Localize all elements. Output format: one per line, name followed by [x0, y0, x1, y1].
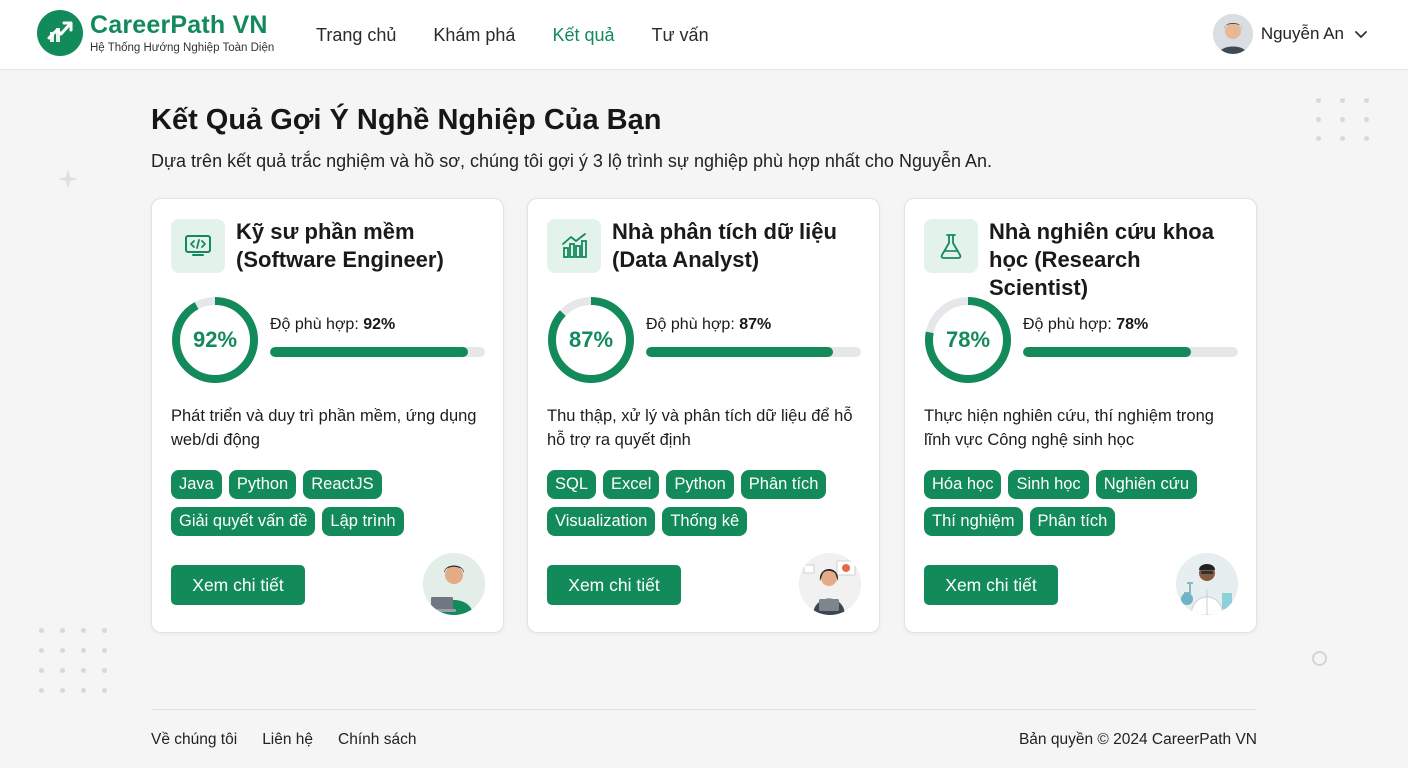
dot-grid-decoration-top-right [1316, 98, 1369, 141]
career-card-data-analyst: Nhà phân tích dữ liệu (Data Analyst) 87%… [527, 198, 880, 633]
research-scientist-illustration [1176, 553, 1238, 615]
skill-tags: Hóa học Sinh học Nghiên cứu Thí nghiệm P… [924, 470, 1244, 544]
fit-percent: 78% [945, 327, 991, 352]
skill-tag: Thống kê [662, 507, 748, 536]
footer-link-policy[interactable]: Chính sách [338, 731, 416, 749]
skill-tag: Python [666, 470, 734, 499]
view-details-button[interactable]: Xem chi tiết [547, 565, 681, 605]
career-title: Nhà nghiên cứu khoa học (Research Scient… [989, 219, 1214, 300]
fit-progress-bar [270, 347, 485, 357]
fit-label: Độ phù hợp: 87% [646, 316, 771, 334]
fit-label-prefix: Độ phù hợp: [1023, 316, 1112, 333]
skill-tags: SQL Excel Python Phân tích Visualization… [547, 470, 867, 544]
skill-tag: Visualization [547, 507, 656, 536]
circle-decoration-icon [1312, 651, 1327, 666]
footer-link-about[interactable]: Về chúng tôi [151, 731, 237, 749]
top-header: CareerPath VN Hệ Thống Hướng Nghiệp Toàn… [0, 0, 1408, 70]
software-engineer-illustration [423, 553, 485, 615]
page-title: Kết Quả Gợi Ý Nghề Nghiệp Của Bạn [151, 104, 662, 136]
chart-icon [547, 219, 601, 273]
career-description: Phát triển và duy trì phần mềm, ứng dụng… [171, 407, 477, 449]
fit-progress-bar [646, 347, 861, 357]
skill-tag: Lập trình [322, 507, 404, 536]
career-description: Thực hiện nghiên cứu, thí nghiệm trong l… [924, 407, 1214, 449]
chevron-down-icon [1355, 31, 1367, 39]
skill-tag: Python [228, 470, 297, 499]
data-analyst-illustration [799, 553, 861, 615]
career-card-research-scientist: Nhà nghiên cứu khoa học (Research Scient… [904, 198, 1257, 633]
user-name: Nguyễn An [1260, 24, 1344, 43]
view-details-button[interactable]: Xem chi tiết [171, 565, 305, 605]
skill-tags: Java Python ReactJS Giải quyết vấn đề Lậ… [171, 470, 491, 544]
skill-tag: Hóa học [924, 470, 1002, 499]
fit-percent: 87% [568, 327, 614, 352]
code-monitor-icon [171, 219, 225, 273]
fit-label: Độ phù hợp: 92% [270, 316, 395, 334]
fit-label-prefix: Độ phù hợp: [270, 316, 359, 333]
main-nav: Trang chủ Khám phá Kết quả Tư vấn [316, 23, 746, 47]
nav-item-consult[interactable]: Tư vấn [652, 23, 709, 47]
user-avatar [1212, 14, 1253, 54]
brand-tagline: Hệ Thống Hướng Nghiệp Toàn Diện [90, 42, 275, 54]
fit-progress-fill [646, 347, 834, 357]
footer-link-contact[interactable]: Liên hệ [262, 731, 313, 749]
trend-arrow-logo-icon [37, 10, 83, 56]
page-subtitle: Dựa trên kết quả trắc nghiệm và hồ sơ, c… [151, 151, 993, 171]
brand-name: CareerPath VN [90, 11, 268, 39]
career-title: Kỹ sư phần mềm (Software Engineer) [236, 219, 444, 272]
fit-progress-fill [270, 347, 468, 357]
skill-tag: ReactJS [303, 470, 382, 499]
skill-tag: Nghiên cứu [1095, 470, 1198, 499]
fit-percent: 92% [192, 327, 238, 352]
career-description: Thu thập, xử lý và phân tích dữ liệu để … [547, 407, 853, 449]
skill-tag: Sinh học [1008, 470, 1089, 499]
sparkle-decoration-icon [57, 168, 79, 195]
career-card-software-engineer: Kỹ sư phần mềm (Software Engineer) 92% Đ… [151, 198, 504, 633]
skill-tag: Excel [603, 470, 660, 499]
skill-tag: SQL [547, 470, 597, 499]
footer-links: Về chúng tôi Liên hệ Chính sách [151, 731, 441, 749]
flask-icon [924, 219, 978, 273]
nav-item-explore[interactable]: Khám phá [433, 23, 515, 47]
user-menu[interactable]: Nguyễn An [1212, 14, 1368, 54]
skill-tag: Phân tích [740, 470, 827, 499]
fit-label-value: 78% [1116, 316, 1149, 333]
skill-tag: Java [171, 470, 222, 499]
career-title: Nhà phân tích dữ liệu (Data Analyst) [612, 219, 837, 272]
fit-label-value: 87% [739, 316, 772, 333]
view-details-button[interactable]: Xem chi tiết [924, 565, 1058, 605]
copyright-text: Bản quyền © 2024 CareerPath VN [1018, 731, 1257, 748]
brand-logo[interactable]: CareerPath VN Hệ Thống Hướng Nghiệp Toàn… [37, 10, 274, 56]
nav-item-results[interactable]: Kết quả [552, 23, 614, 47]
footer-divider [151, 709, 1257, 710]
skill-tag: Phân tích [1029, 507, 1116, 536]
fit-progress-bar [1023, 347, 1238, 357]
dot-grid-decoration-bottom-left [39, 628, 107, 693]
fit-label-value: 92% [363, 316, 396, 333]
nav-item-home[interactable]: Trang chủ [316, 23, 396, 47]
fit-label: Độ phù hợp: 78% [1023, 316, 1148, 334]
skill-tag: Thí nghiệm [924, 507, 1023, 536]
skill-tag: Giải quyết vấn đề [171, 507, 316, 536]
fit-progress-fill [1023, 347, 1191, 357]
fit-label-prefix: Độ phù hợp: [646, 316, 735, 333]
